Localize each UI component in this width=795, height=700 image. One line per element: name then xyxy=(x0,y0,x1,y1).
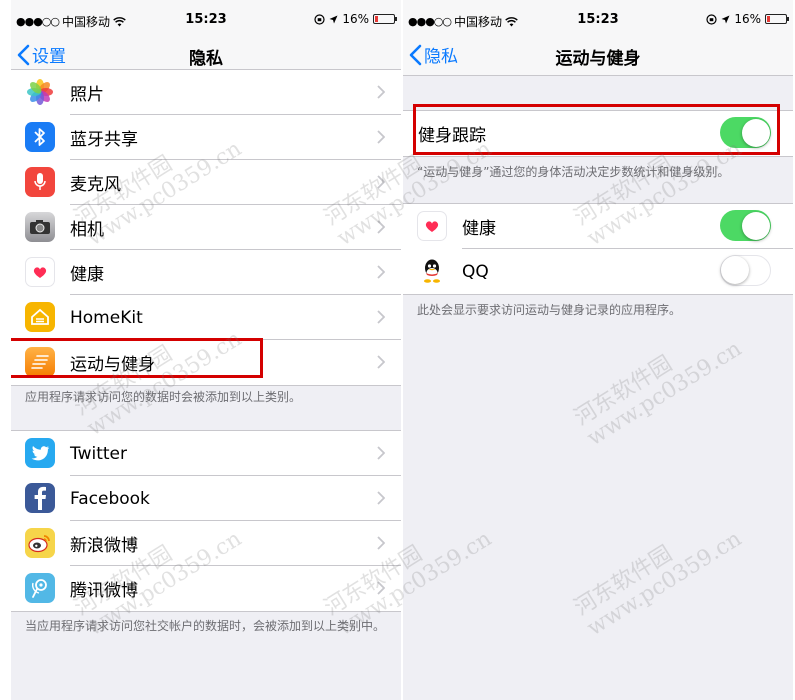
page-title: 运动与健身 xyxy=(555,49,641,69)
health-access-toggle[interactable] xyxy=(720,210,771,241)
list-item-label: Twitter xyxy=(70,443,127,464)
bluetooth-icon xyxy=(25,122,55,152)
page-title: 隐私 xyxy=(189,49,223,69)
status-right: 16% xyxy=(706,12,789,26)
list-item-health[interactable]: 健康 xyxy=(11,250,401,295)
list-item-label: 新浪微博 xyxy=(70,536,138,556)
highlight-box xyxy=(413,104,780,155)
rotation-lock-icon xyxy=(706,13,717,25)
homekit-icon xyxy=(25,302,55,332)
health-icon xyxy=(417,211,447,241)
status-right: 16% xyxy=(314,12,397,26)
camera-icon xyxy=(25,212,55,242)
list-item-label: 健康 xyxy=(70,265,104,285)
rotation-lock-icon xyxy=(314,13,325,25)
app-label: QQ xyxy=(462,261,489,282)
list-item-facebook[interactable]: Facebook xyxy=(11,476,401,521)
location-icon xyxy=(721,15,730,23)
twitter-icon xyxy=(25,438,55,468)
status-bar: ●●●○○ 中国移动 15:23 16% xyxy=(11,0,401,34)
list-item-label: HomeKit xyxy=(70,307,143,328)
privacy-screen: ●●●○○ 中国移动 15:23 16% 设置 隐私 照片 蓝牙共享 麦克风 相… xyxy=(11,0,401,700)
chevron-right-icon xyxy=(377,581,385,595)
battery-icon xyxy=(765,14,789,24)
chevron-right-icon xyxy=(377,175,385,189)
photos-icon xyxy=(25,77,55,107)
microphone-icon xyxy=(25,167,55,197)
chevron-right-icon xyxy=(377,85,385,99)
chevron-right-icon xyxy=(377,536,385,550)
chevron-right-icon xyxy=(377,355,385,369)
highlight-box xyxy=(11,338,263,378)
facebook-icon xyxy=(25,483,55,513)
list-item-camera[interactable]: 相机 xyxy=(11,205,401,250)
list-item-label: 麦克风 xyxy=(70,175,121,195)
list-item-label: 相机 xyxy=(70,220,104,240)
list-item-microphone[interactable]: 麦克风 xyxy=(11,160,401,205)
battery-percent: 16% xyxy=(734,12,761,26)
list-item-homekit[interactable]: HomeKit xyxy=(11,295,401,340)
apps-list: 健康 QQ xyxy=(403,203,793,295)
battery-percent: 16% xyxy=(342,12,369,26)
list-item-label: 照片 xyxy=(70,85,104,105)
app-label: 健康 xyxy=(462,219,496,239)
motion-fitness-screen: ●●●○○ 中国移动 15:23 16% 隐私 运动与健身 健身跟踪 “运动与健… xyxy=(403,0,793,700)
apps-footer: 此处会显示要求访问运动与健身记录的应用程序。 xyxy=(417,303,682,317)
social-accounts-list: Twitter Facebook 新浪微博 腾讯微博 xyxy=(11,430,401,612)
list-item-bluetooth-sharing[interactable]: 蓝牙共享 xyxy=(11,115,401,160)
social-footer: 当应用程序请求访问您社交帐户的数据时，会被添加到以上类别中。 xyxy=(25,619,386,633)
battery-icon xyxy=(373,14,397,24)
chevron-right-icon xyxy=(377,130,385,144)
nav-bar: 隐私 运动与健身 xyxy=(403,34,793,76)
qq-access-toggle[interactable] xyxy=(720,255,771,286)
tracking-footer: “运动与健身”通过您的身体活动决定步数统计和健身级别。 xyxy=(417,165,730,179)
list-item-label: 蓝牙共享 xyxy=(70,130,138,150)
chevron-right-icon xyxy=(377,446,385,460)
list-item-twitter[interactable]: Twitter xyxy=(11,431,401,476)
status-bar: ●●●○○ 中国移动 15:23 16% xyxy=(403,0,793,34)
health-icon xyxy=(25,257,55,287)
weibo-icon xyxy=(25,528,55,558)
chevron-right-icon xyxy=(377,310,385,324)
list-item-label: 腾讯微博 xyxy=(70,581,138,601)
categories-footer: 应用程序请求访问您的数据时会被添加到以上类别。 xyxy=(25,390,302,404)
tencent-weibo-icon xyxy=(25,573,55,603)
app-row-health: 健康 xyxy=(403,204,793,249)
list-item-tencent-weibo[interactable]: 腾讯微博 xyxy=(11,566,401,611)
list-item-weibo[interactable]: 新浪微博 xyxy=(11,521,401,566)
app-row-qq: QQ xyxy=(403,249,793,294)
qq-icon xyxy=(417,256,447,286)
chevron-right-icon xyxy=(377,491,385,505)
list-item-label: Facebook xyxy=(70,488,150,509)
location-icon xyxy=(329,15,338,23)
list-item-photos[interactable]: 照片 xyxy=(11,70,401,115)
chevron-right-icon xyxy=(377,265,385,279)
chevron-right-icon xyxy=(377,220,385,234)
